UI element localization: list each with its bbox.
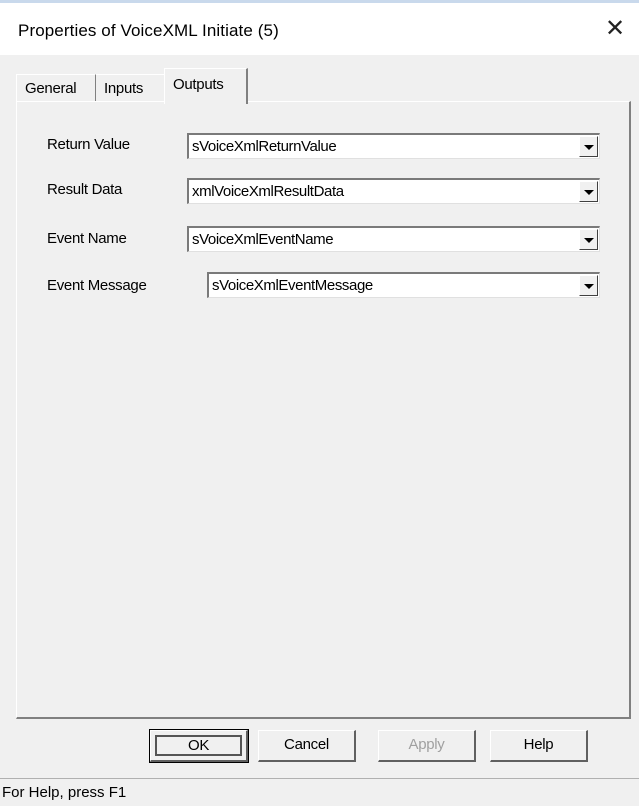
return-value-combobox[interactable]: sVoiceXmlReturnValue [187,133,600,159]
status-bar: For Help, press F1 [0,778,639,806]
tab-inputs[interactable]: Inputs [96,74,166,102]
event-message-dropdown-button[interactable] [579,275,598,296]
event-name-label: Event Name [47,230,127,247]
return-value-text: sVoiceXmlReturnValue [192,138,337,155]
apply-button[interactable]: Apply [378,730,476,762]
chevron-down-icon [584,190,594,195]
event-name-combobox[interactable]: sVoiceXmlEventName [187,226,600,252]
event-name-text: sVoiceXmlEventName [192,231,334,248]
ok-button[interactable]: OK [149,729,249,763]
chevron-down-icon [584,238,594,243]
tab-outputs[interactable]: Outputs [164,68,248,104]
event-message-combobox[interactable]: sVoiceXmlEventMessage [207,272,600,298]
help-button[interactable]: Help [490,730,588,762]
window-title: Properties of VoiceXML Initiate (5) [18,21,279,40]
return-value-label: Return Value [47,136,130,153]
result-data-text: xmlVoiceXmlResultData [192,183,344,200]
result-data-label: Result Data [47,181,123,198]
event-name-dropdown-button[interactable] [579,229,598,250]
close-icon[interactable]: ✕ [595,13,635,47]
return-value-dropdown-button[interactable] [579,136,598,157]
tab-general[interactable]: General [16,74,96,102]
status-text: For Help, press F1 [2,784,127,801]
cancel-button[interactable]: Cancel [258,730,356,762]
chevron-down-icon [584,145,594,150]
chevron-down-icon [584,284,594,289]
result-data-dropdown-button[interactable] [579,181,598,202]
title-bar[interactable]: Properties of VoiceXML Initiate (5) ✕ [0,3,639,55]
event-message-text: sVoiceXmlEventMessage [212,277,373,294]
result-data-combobox[interactable]: xmlVoiceXmlResultData [187,178,600,204]
event-message-label: Event Message [47,277,147,294]
ok-button-label: OK [155,735,242,756]
outputs-panel: Return Value sVoiceXmlReturnValue Result… [16,101,631,719]
